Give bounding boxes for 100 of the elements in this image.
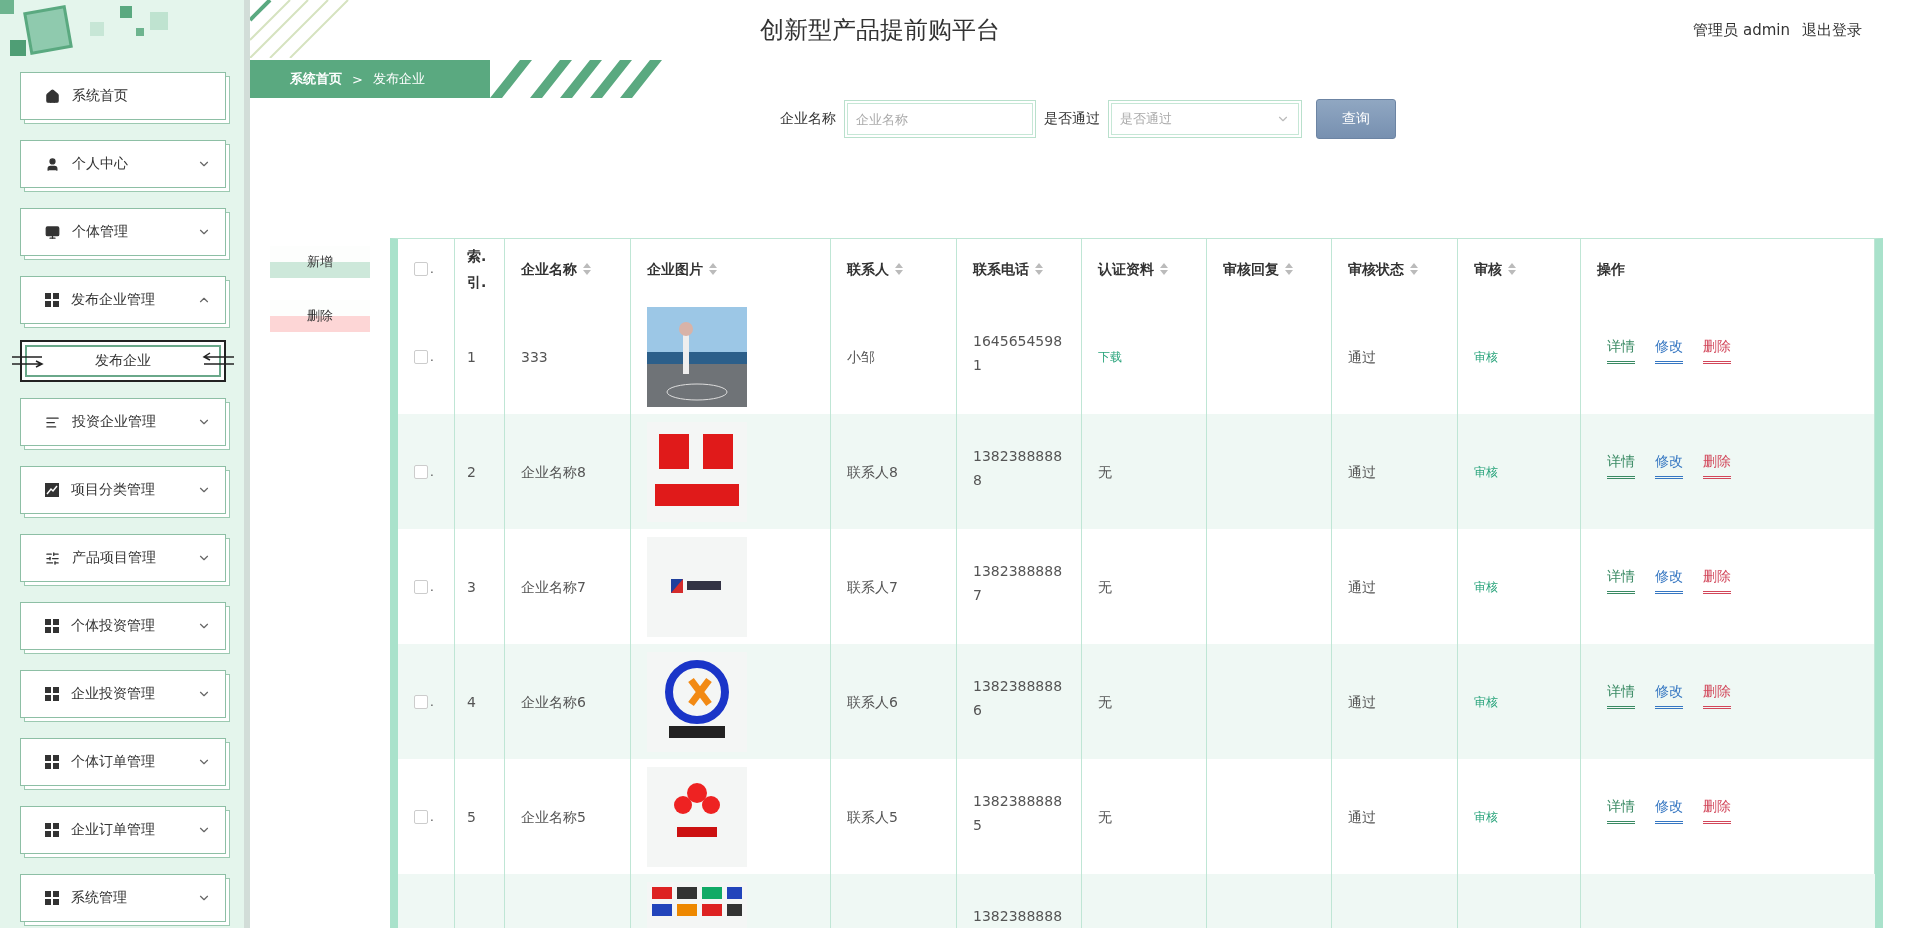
column-header: 企业名称 bbox=[521, 260, 577, 279]
checkbox[interactable] bbox=[414, 349, 428, 364]
breadcrumb-link[interactable]: 系统首页 bbox=[290, 70, 342, 88]
checkbox[interactable] bbox=[414, 579, 428, 594]
sort-icon[interactable] bbox=[1285, 263, 1293, 275]
column-header: 审核 bbox=[1474, 260, 1502, 279]
cell-text: 13823888888 bbox=[973, 447, 1064, 490]
grid-icon bbox=[45, 891, 59, 905]
cell-text: 无 bbox=[1098, 462, 1112, 482]
audit-link[interactable]: 审核 bbox=[1474, 343, 1498, 370]
cell-text: 通过 bbox=[1348, 347, 1376, 367]
monitor-icon bbox=[45, 224, 60, 240]
field-label: 企业名称 bbox=[780, 110, 836, 128]
home-icon bbox=[45, 88, 60, 104]
column-header: 认证资料 bbox=[1098, 260, 1154, 279]
search-button[interactable]: 查询 bbox=[1316, 99, 1396, 139]
grid-icon bbox=[45, 293, 59, 307]
cell-text: 企业名称7 bbox=[521, 577, 586, 597]
detail-link[interactable]: 详情 bbox=[1607, 333, 1635, 364]
breadcrumb-current: 发布企业 bbox=[372, 70, 425, 88]
cell-text: 无 bbox=[1098, 807, 1112, 827]
search-field[interactable]: 企业名称 bbox=[844, 100, 1036, 138]
cell-text: 无 bbox=[1098, 692, 1112, 712]
column-header: 联系人 bbox=[847, 260, 889, 279]
detail-link[interactable]: 详情 bbox=[1607, 563, 1635, 594]
sort-icon[interactable] bbox=[1035, 263, 1043, 275]
user-label: 管理员 admin bbox=[1693, 20, 1790, 40]
sort-icon[interactable] bbox=[583, 263, 591, 275]
grid-icon bbox=[45, 823, 59, 837]
cell-text: 2 bbox=[467, 462, 476, 482]
checkbox[interactable] bbox=[414, 809, 428, 824]
checkbox[interactable] bbox=[414, 262, 428, 276]
edit-link[interactable]: 修改 bbox=[1655, 333, 1683, 364]
cell-text: 16456545981 bbox=[973, 332, 1064, 375]
detail-link[interactable]: 详情 bbox=[1607, 448, 1635, 479]
delete-link[interactable]: 删除 bbox=[1703, 448, 1731, 479]
sort-icon[interactable] bbox=[895, 263, 903, 275]
cell-text: 13823888886 bbox=[973, 677, 1064, 720]
sliders-icon bbox=[45, 550, 60, 566]
delete-link[interactable]: 删除 bbox=[1703, 678, 1731, 709]
audit-link[interactable]: 审核 bbox=[1474, 573, 1498, 600]
checkbox-mark: . bbox=[430, 463, 434, 481]
cell-text: 通过 bbox=[1348, 692, 1376, 712]
sort-icon[interactable] bbox=[709, 263, 717, 275]
grid-icon bbox=[45, 687, 59, 701]
column-header: 审核状态 bbox=[1348, 260, 1404, 279]
audit-link[interactable]: 审核 bbox=[1474, 458, 1498, 485]
sort-icon[interactable] bbox=[1160, 263, 1168, 275]
column-header: 索.引. bbox=[467, 247, 488, 292]
detail-link[interactable]: 详情 bbox=[1607, 678, 1635, 709]
detail-link[interactable]: 详情 bbox=[1607, 793, 1635, 824]
checkbox-mark: . bbox=[430, 348, 434, 366]
checkbox[interactable] bbox=[414, 464, 428, 479]
cell-text: 小邹 bbox=[847, 347, 875, 367]
cell-text: 1 bbox=[467, 347, 476, 367]
sort-icon[interactable] bbox=[1410, 263, 1418, 275]
column-header: 操作 bbox=[1597, 260, 1625, 279]
list-icon bbox=[45, 414, 60, 430]
audit-link[interactable]: 审核 bbox=[1474, 803, 1498, 830]
column-header: 联系电话 bbox=[973, 260, 1029, 279]
cell-text: 联系人7 bbox=[847, 577, 898, 597]
cell-text: 4 bbox=[467, 692, 476, 712]
cell-text: 5 bbox=[467, 807, 476, 827]
checkbox-mark: . bbox=[430, 693, 434, 711]
cell-text: 无 bbox=[1098, 577, 1112, 597]
cell-text: 企业名称5 bbox=[521, 807, 586, 827]
column-header: 审核回复 bbox=[1223, 260, 1279, 279]
cell-text: 联系人5 bbox=[847, 807, 898, 827]
cell-text: 通过 bbox=[1348, 807, 1376, 827]
cell-text: 企业名称6 bbox=[521, 692, 586, 712]
column-header: 企业图片 bbox=[647, 260, 703, 279]
chart-icon bbox=[45, 483, 59, 497]
checkbox-mark: . bbox=[430, 578, 434, 596]
delete-link[interactable]: 删除 bbox=[1703, 793, 1731, 824]
logout-link[interactable]: 退出登录 bbox=[1802, 20, 1862, 40]
checkbox-mark: . bbox=[430, 808, 434, 826]
sort-icon[interactable] bbox=[1508, 263, 1516, 275]
grid-icon bbox=[45, 619, 59, 633]
checkbox[interactable] bbox=[414, 694, 428, 709]
cell-text: 企业名称8 bbox=[521, 462, 586, 482]
submenu-item[interactable]: 发布企业 bbox=[20, 340, 226, 382]
cell-text: 3 bbox=[467, 577, 476, 597]
breadcrumb-separator: > bbox=[352, 71, 363, 87]
cell-text: 13823888885 bbox=[973, 792, 1064, 835]
edit-link[interactable]: 修改 bbox=[1655, 563, 1683, 594]
cell-text: 13823888887 bbox=[973, 562, 1064, 605]
edit-link[interactable]: 修改 bbox=[1655, 793, 1683, 824]
delete-link[interactable]: 删除 bbox=[1703, 563, 1731, 594]
grid-icon bbox=[45, 755, 59, 769]
cell-text: 1382388888 bbox=[973, 907, 1063, 926]
select-field[interactable]: 是否通过 bbox=[1108, 100, 1302, 138]
cell-text: 通过 bbox=[1348, 577, 1376, 597]
audit-link[interactable]: 审核 bbox=[1474, 688, 1498, 715]
cell-text: 通过 bbox=[1348, 462, 1376, 482]
download-link[interactable]: 下载 bbox=[1098, 343, 1122, 370]
edit-link[interactable]: 修改 bbox=[1655, 678, 1683, 709]
page-title: 创新型产品提前购平台 bbox=[760, 15, 1001, 46]
edit-link[interactable]: 修改 bbox=[1655, 448, 1683, 479]
cell-text: 联系人8 bbox=[847, 462, 898, 482]
delete-link[interactable]: 删除 bbox=[1703, 333, 1731, 364]
